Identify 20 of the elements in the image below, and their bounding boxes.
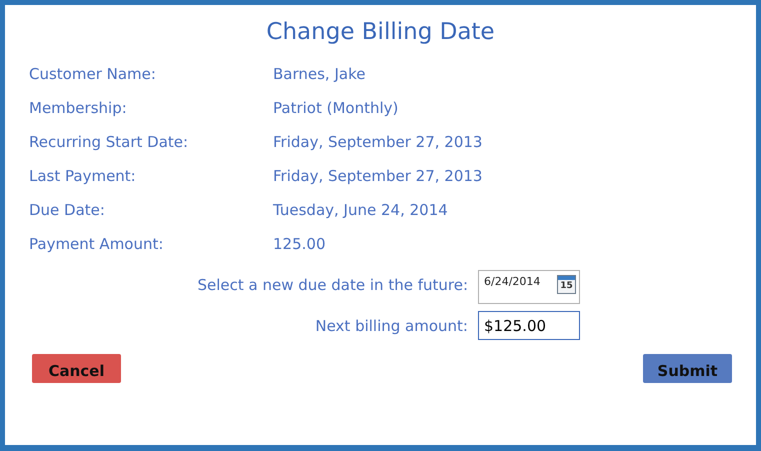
field-label: Customer Name: bbox=[29, 64, 157, 82]
field-value: Tuesday, June 24, 2014 bbox=[273, 200, 448, 218]
field-value: 125.00 bbox=[273, 234, 326, 252]
field-label: Payment Amount: bbox=[29, 234, 164, 252]
date-field[interactable]: 6/24/2014 15 bbox=[478, 270, 580, 304]
field-label: Membership: bbox=[29, 98, 128, 116]
field-label: Select a new due date in the future: bbox=[197, 275, 468, 294]
field-label: Next billing amount: bbox=[315, 316, 468, 335]
calendar-icon[interactable]: 15 bbox=[557, 275, 576, 294]
field-value: Friday, September 27, 2013 bbox=[273, 166, 482, 184]
field-value: Barnes, Jake bbox=[273, 64, 366, 82]
field-value: Friday, September 27, 2013 bbox=[273, 132, 482, 150]
cancel-button[interactable]: Cancel bbox=[32, 354, 121, 383]
field-label: Last Payment: bbox=[29, 166, 137, 184]
submit-button[interactable]: Submit bbox=[643, 354, 732, 383]
dialog-title: Change Billing Date bbox=[266, 18, 495, 47]
input-field[interactable]: $125.00 bbox=[478, 311, 580, 340]
field-label: Due Date: bbox=[29, 200, 106, 218]
field-label: Recurring Start Date: bbox=[29, 132, 190, 150]
field-value: Patriot (Monthly) bbox=[273, 98, 398, 116]
